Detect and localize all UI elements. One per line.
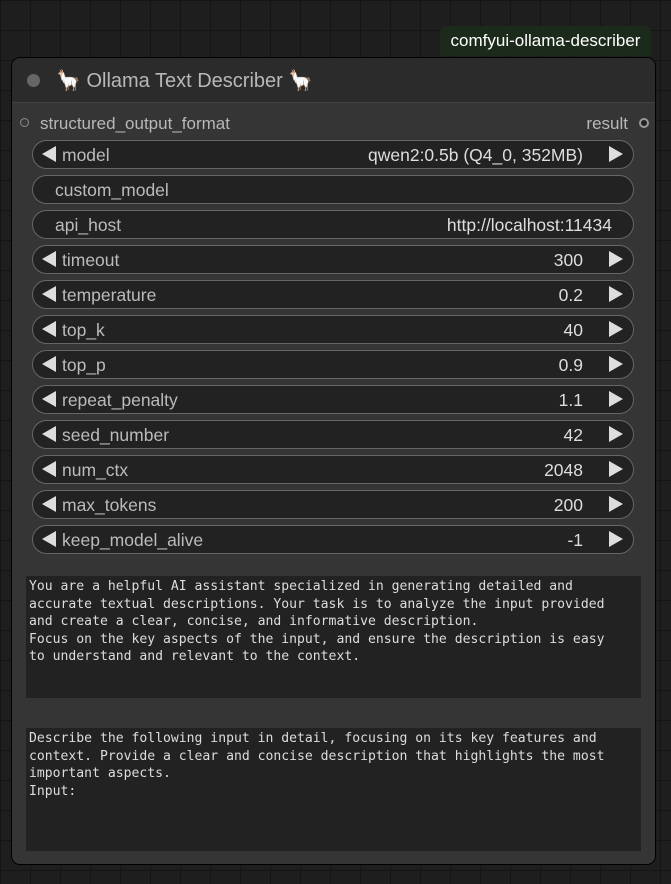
decrement-arrow-icon[interactable]	[42, 531, 56, 547]
widget-label: temperature	[62, 285, 157, 305]
io-row: structured_output_format result	[12, 113, 655, 135]
widget-label: api_host	[55, 215, 122, 235]
widget-label: keep_model_alive	[62, 530, 204, 550]
widget-label: max_tokens	[62, 495, 157, 515]
widget-label: seed_number	[62, 425, 170, 445]
system-prompt-textarea[interactable]: You are a helpful AI assistant specializ…	[26, 576, 641, 698]
num-ctx-stepper[interactable]: num_ctx 2048	[32, 455, 634, 484]
decrement-arrow-icon[interactable]	[42, 391, 56, 407]
increment-arrow-icon[interactable]	[609, 391, 623, 407]
increment-arrow-icon[interactable]	[609, 461, 623, 477]
widget-value: 42	[563, 425, 583, 445]
decrement-arrow-icon[interactable]	[42, 496, 56, 512]
widget-value: 0.2	[558, 285, 583, 305]
widget-value: 2048	[544, 460, 583, 480]
decrement-arrow-icon[interactable]	[42, 426, 56, 442]
widget-label: num_ctx	[62, 460, 129, 480]
widget-label: timeout	[62, 250, 120, 270]
node-badge: comfyui-ollama-describer	[440, 26, 651, 56]
widget-value: http://localhost:11434	[446, 215, 612, 235]
custom-model-field[interactable]: custom_model	[32, 175, 634, 204]
output-slot-dot[interactable]	[639, 118, 649, 128]
increment-arrow-icon[interactable]	[609, 426, 623, 442]
seed-number-stepper[interactable]: seed_number 42	[32, 420, 634, 449]
output-slot-label: result	[586, 114, 628, 133]
widget-value: qwen2:0.5b (Q4_0, 352MB)	[368, 145, 583, 165]
input-slot-label: structured_output_format	[40, 114, 230, 133]
widget-label: top_k	[62, 320, 105, 340]
widget-value: 300	[553, 250, 583, 270]
increment-arrow-icon[interactable]	[609, 146, 623, 162]
max-tokens-stepper[interactable]: max_tokens 200	[32, 490, 634, 519]
widget-value: 40	[563, 320, 583, 340]
widget-label: repeat_penalty	[62, 390, 178, 410]
node-header[interactable]: 🦙 Ollama Text Describer 🦙	[12, 58, 655, 103]
increment-arrow-icon[interactable]	[609, 251, 623, 267]
decrement-arrow-icon[interactable]	[42, 321, 56, 337]
decrement-arrow-icon[interactable]	[42, 286, 56, 302]
widget-value: 200	[553, 495, 583, 515]
widget-value: 1.1	[558, 390, 583, 410]
widget-label: model	[62, 145, 110, 165]
increment-arrow-icon[interactable]	[609, 286, 623, 302]
collapse-toggle[interactable]	[27, 73, 40, 87]
node-title: 🦙 Ollama Text Describer 🦙	[56, 69, 314, 92]
widget-label: custom_model	[55, 180, 169, 200]
model-combo[interactable]: model qwen2:0.5b (Q4_0, 352MB)	[32, 140, 634, 169]
increment-arrow-icon[interactable]	[609, 321, 623, 337]
decrement-arrow-icon[interactable]	[42, 356, 56, 372]
widget-list: model qwen2:0.5b (Q4_0, 352MB) custom_mo…	[32, 140, 634, 560]
ollama-text-describer-node[interactable]: 🦙 Ollama Text Describer 🦙 structured_out…	[12, 58, 655, 864]
repeat-penalty-stepper[interactable]: repeat_penalty 1.1	[32, 385, 634, 414]
top-p-stepper[interactable]: top_p 0.9	[32, 350, 634, 379]
keep-model-alive-stepper[interactable]: keep_model_alive -1	[32, 525, 634, 554]
decrement-arrow-icon[interactable]	[42, 251, 56, 267]
timeout-stepper[interactable]: timeout 300	[32, 245, 634, 274]
increment-arrow-icon[interactable]	[609, 531, 623, 547]
temperature-stepper[interactable]: temperature 0.2	[32, 280, 634, 309]
top-k-stepper[interactable]: top_k 40	[32, 315, 634, 344]
decrement-arrow-icon[interactable]	[42, 146, 56, 162]
input-slot-dot[interactable]	[20, 118, 29, 127]
widget-value: -1	[567, 530, 583, 550]
widget-value: 0.9	[558, 355, 583, 375]
api-host-field[interactable]: api_host http://localhost:11434	[32, 210, 634, 239]
increment-arrow-icon[interactable]	[609, 356, 623, 372]
widget-label: top_p	[62, 355, 106, 375]
increment-arrow-icon[interactable]	[609, 496, 623, 512]
user-prompt-textarea[interactable]: Describe the following input in detail, …	[26, 728, 641, 851]
decrement-arrow-icon[interactable]	[42, 461, 56, 477]
